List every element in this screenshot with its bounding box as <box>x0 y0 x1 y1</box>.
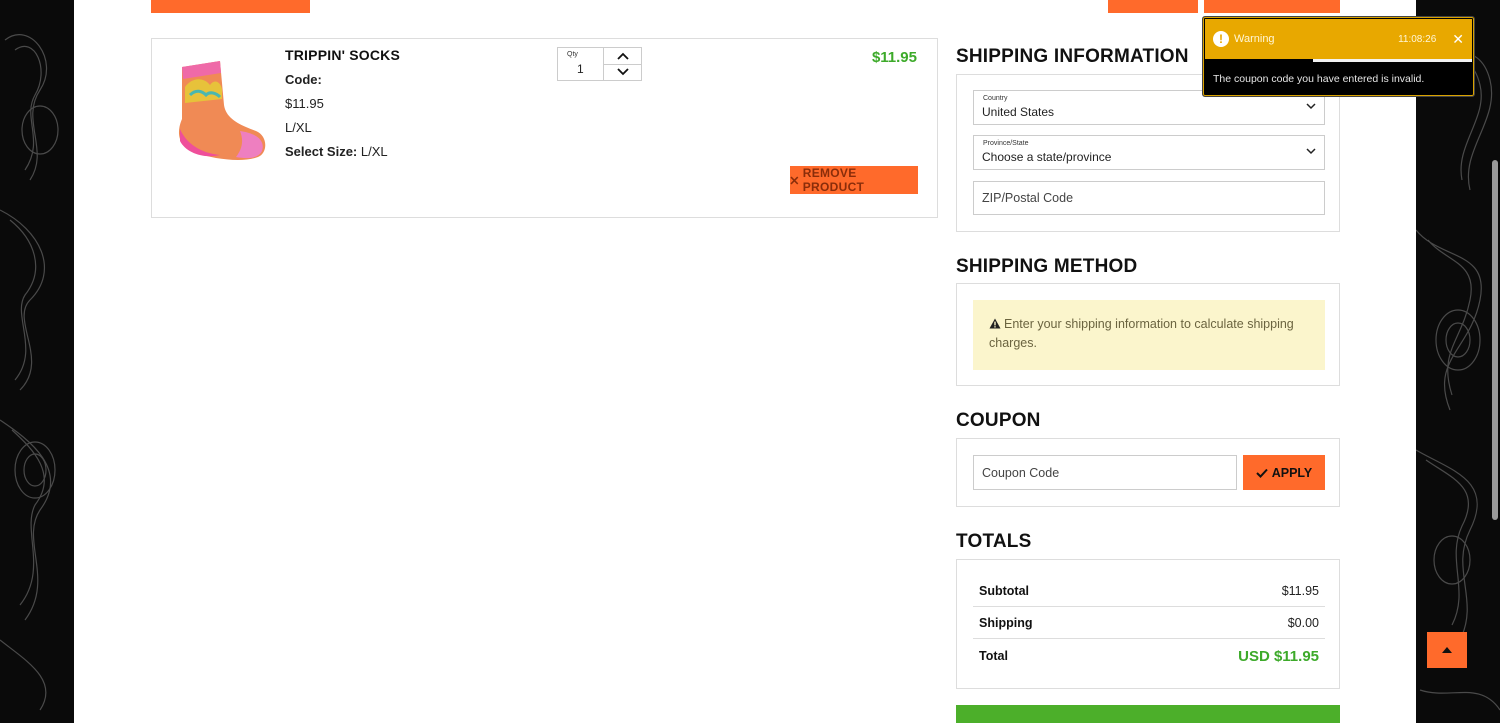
remove-product-label: REMOVE PRODUCT <box>802 166 865 194</box>
chevron-up-icon <box>616 52 629 60</box>
country-label: Country <box>983 95 1008 102</box>
qty-increase-button[interactable] <box>604 48 641 65</box>
scrollbar-thumb[interactable] <box>1492 160 1498 520</box>
size-label: Select Size: <box>285 144 358 159</box>
qty-value: 1 <box>577 62 584 76</box>
shipping-method-title: SHIPPING METHOD <box>956 256 1138 277</box>
toast-message: The coupon code you have entered is inva… <box>1213 73 1425 85</box>
total-label: Total <box>979 649 1008 663</box>
warning-toast: ! Warning 11:08:26 ✕ The coupon code you… <box>1202 16 1475 97</box>
total-value: USD $11.95 <box>1238 647 1319 665</box>
chevron-down-icon <box>1306 103 1316 110</box>
shipping-label: Shipping <box>979 615 1033 630</box>
caret-up-icon <box>1442 647 1452 653</box>
product-size: Select Size: L/XL <box>285 144 388 159</box>
product-variant: L/XL <box>285 120 312 135</box>
shipping-row: Shipping $0.00 <box>973 607 1325 639</box>
toast-time: 11:08:26 <box>1398 33 1437 45</box>
continue-shopping-button[interactable] <box>151 0 310 13</box>
toast-title: Warning <box>1234 33 1275 45</box>
subtotal-row: Subtotal $11.95 <box>973 575 1325 607</box>
apply-coupon-button[interactable]: APPLY <box>1243 455 1325 490</box>
total-row: Total USD $11.95 <box>973 640 1325 672</box>
coupon-input[interactable]: Coupon Code <box>973 455 1237 490</box>
shipping-info-title: SHIPPING INFORMATION <box>956 46 1189 67</box>
state-value: Choose a state/province <box>982 150 1112 164</box>
coupon-panel: Coupon Code APPLY <box>956 438 1340 507</box>
zip-input[interactable]: ZIP/Postal Code <box>973 181 1325 215</box>
chevron-down-icon <box>616 68 629 76</box>
state-select[interactable]: Province/State Choose a state/province <box>973 135 1325 170</box>
totals-panel: Subtotal $11.95 Shipping $0.00 Total USD… <box>956 559 1340 689</box>
warning-icon <box>989 318 1001 329</box>
toast-progress-bar <box>1313 59 1472 62</box>
qty-decrease-button[interactable] <box>604 65 641 81</box>
check-icon <box>1256 468 1268 478</box>
product-image-sock[interactable] <box>170 59 270 165</box>
scroll-to-top-button[interactable] <box>1427 632 1467 668</box>
page-container: TRIPPIN' SOCKS Code: $11.95 L/XL Select … <box>74 0 1416 723</box>
product-name[interactable]: TRIPPIN' SOCKS <box>285 47 400 63</box>
shipping-notice-text: Enter your shipping information to calcu… <box>989 317 1294 350</box>
size-value: L/XL <box>360 144 388 159</box>
cart-item-card: TRIPPIN' SOCKS Code: $11.95 L/XL Select … <box>151 38 938 218</box>
remove-product-button[interactable]: REMOVE PRODUCT <box>790 166 918 194</box>
quantity-field[interactable]: Qty 1 <box>558 48 604 80</box>
subtotal-label: Subtotal <box>979 583 1029 598</box>
state-label: Province/State <box>983 140 1029 147</box>
exclamation-icon: ! <box>1213 31 1229 47</box>
toast-header: ! Warning 11:08:26 ✕ <box>1205 19 1472 59</box>
product-unit-price: $11.95 <box>285 96 324 111</box>
totals-title: TOTALS <box>956 531 1032 552</box>
country-value: United States <box>982 105 1055 119</box>
update-cart-button[interactable] <box>1108 0 1198 13</box>
page-scrollbar[interactable] <box>1490 0 1500 723</box>
close-icon[interactable]: ✕ <box>1452 31 1464 48</box>
shipping-notice: Enter your shipping information to calcu… <box>973 300 1325 370</box>
coupon-title: COUPON <box>956 410 1041 431</box>
checkout-button[interactable] <box>956 705 1340 723</box>
code-label: Code: <box>285 72 322 87</box>
qty-label: Qty <box>567 51 578 58</box>
line-total: $11.95 <box>871 49 917 66</box>
quantity-stepper: Qty 1 <box>557 47 642 81</box>
close-icon <box>790 176 799 184</box>
apply-label: APPLY <box>1271 465 1313 480</box>
checkout-top-button[interactable] <box>1204 0 1340 13</box>
shipping-method-panel: Enter your shipping information to calcu… <box>956 283 1340 386</box>
product-code: Code: <box>285 72 322 87</box>
shipping-value: $0.00 <box>1287 615 1319 630</box>
shipping-info-panel: Country United States Province/State Cho… <box>956 74 1340 232</box>
chevron-down-icon <box>1306 148 1316 155</box>
subtotal-value: $11.95 <box>1281 583 1319 598</box>
